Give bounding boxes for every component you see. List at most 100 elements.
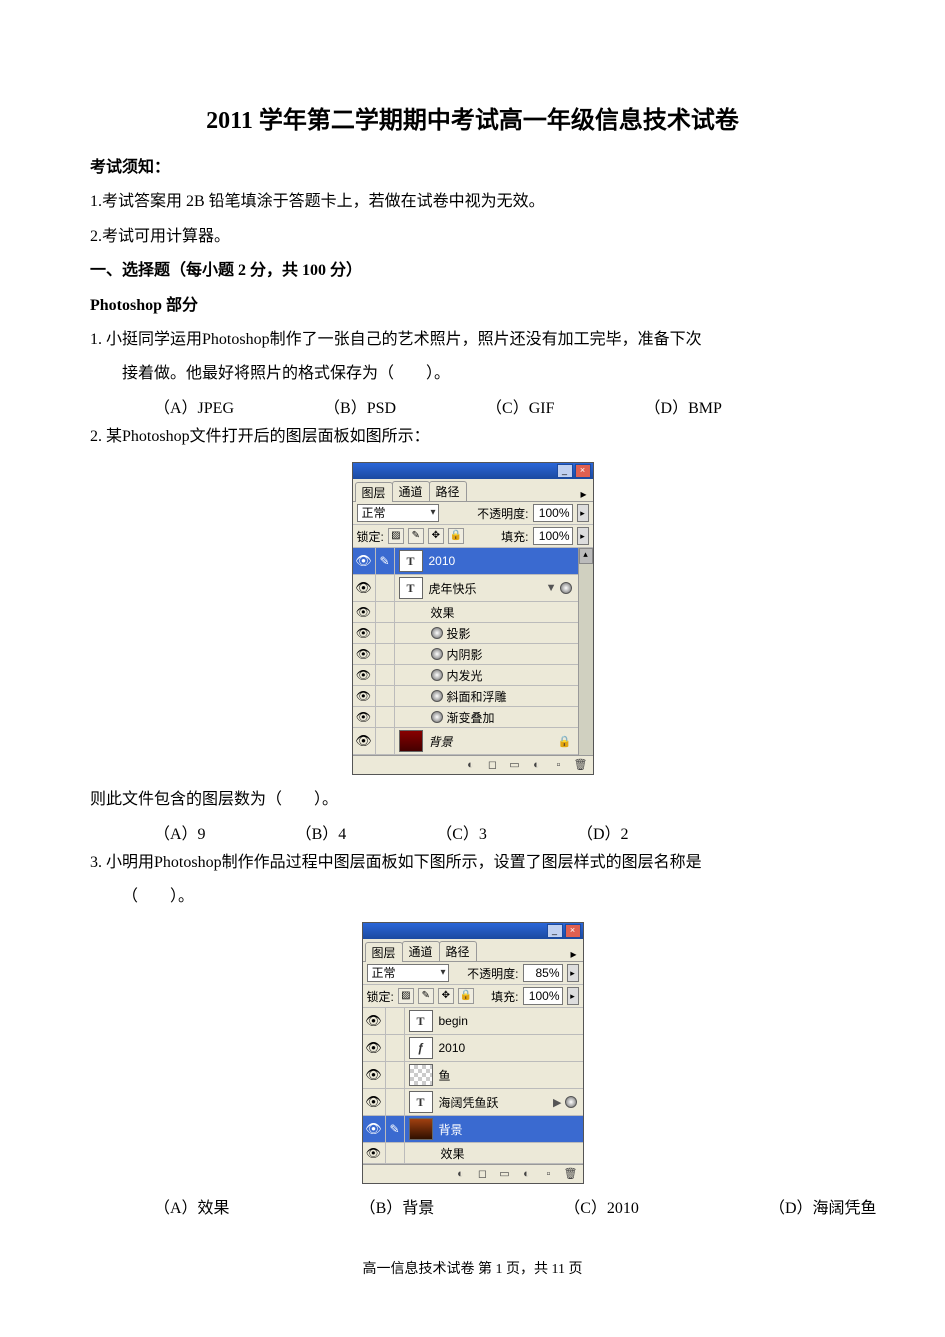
layer-name: begin (437, 1014, 583, 1028)
close-icon[interactable]: × (565, 924, 581, 938)
layer-fish[interactable]: 👁 鱼 (363, 1062, 583, 1089)
lock-label: 锁定: (357, 528, 384, 545)
visibility-icon[interactable]: 👁 (353, 548, 376, 574)
lock-paint-icon[interactable]: ✎ (418, 988, 434, 1004)
visibility-icon[interactable]: 👁 (353, 575, 376, 601)
visibility-icon[interactable]: 👁 (353, 623, 376, 643)
effect-inner-glow[interactable]: 👁 内发光 (353, 665, 578, 686)
link-cell[interactable] (376, 728, 395, 754)
layer-name: 虎年快乐 (427, 580, 546, 597)
visibility-icon[interactable]: 👁 (363, 1143, 386, 1163)
visibility-icon[interactable]: 👁 (363, 1089, 386, 1115)
visibility-icon[interactable]: 👁 (353, 602, 376, 622)
layer-2010[interactable]: 👁 ƒ 2010 (363, 1035, 583, 1062)
lock-all-icon[interactable]: 🔒 (458, 988, 474, 1004)
effect-name: 内阴影 (447, 646, 483, 663)
close-icon[interactable]: × (575, 464, 591, 478)
panel-menu-icon[interactable]: ▸ (576, 487, 590, 501)
layer-background[interactable]: 👁 ✎ 背景 (363, 1116, 583, 1143)
opacity-value[interactable]: 85% (523, 964, 563, 982)
visibility-icon[interactable]: 👁 (363, 1008, 386, 1034)
photoshop-layers-panel: _ × 图层 通道 路径 ▸ 正常 不透明度: 100% ▸ 锁定: ▨ (352, 462, 594, 775)
visibility-icon[interactable]: 👁 (353, 665, 376, 685)
visibility-icon[interactable]: 👁 (353, 728, 376, 754)
visibility-icon[interactable]: 👁 (363, 1116, 386, 1142)
fx-icon[interactable]: ◐ (463, 758, 479, 772)
link-cell[interactable] (386, 1089, 405, 1115)
layer-tiger[interactable]: 👁 T 虎年快乐 ▼ (353, 575, 578, 602)
lock-icon: 🔒 (558, 735, 572, 748)
effect-gradient[interactable]: 👁 渐变叠加 (353, 707, 578, 728)
link-cell[interactable] (386, 1035, 405, 1061)
fill-value[interactable]: 100% (523, 987, 563, 1005)
notice-item-1: 1.考试答案用 2B 铅笔填涂于答题卡上，若做在试卷中视为无效。 (90, 187, 855, 217)
visibility-icon[interactable]: 👁 (353, 707, 376, 727)
lock-transparency-icon[interactable]: ▨ (388, 528, 404, 544)
effect-inner-shadow[interactable]: 👁 内阴影 (353, 644, 578, 665)
brush-icon[interactable]: ✎ (376, 548, 395, 574)
scrollbar[interactable]: ▴ (578, 548, 593, 755)
layer-2010[interactable]: 👁 ✎ T 2010 (353, 548, 578, 575)
lock-move-icon[interactable]: ✥ (428, 528, 444, 544)
text-layer-icon: T (399, 577, 423, 599)
fill-label: 填充: (501, 528, 528, 545)
visibility-icon[interactable]: 👁 (363, 1035, 386, 1061)
fx-indicator-icon[interactable] (560, 582, 572, 594)
opacity-value[interactable]: 100% (533, 504, 573, 522)
expand-effects-icon[interactable]: ▶ (553, 1096, 561, 1109)
layer-background[interactable]: 👁 背景 🔒 (353, 728, 578, 755)
tab-channels[interactable]: 通道 (402, 941, 440, 961)
tab-channels[interactable]: 通道 (392, 481, 430, 501)
lock-all-icon[interactable]: 🔒 (448, 528, 464, 544)
fill-arrow-icon[interactable]: ▸ (567, 987, 579, 1005)
tab-paths[interactable]: 路径 (439, 941, 477, 961)
mask-icon[interactable]: ◻ (475, 1167, 491, 1181)
minimize-icon[interactable]: _ (557, 464, 573, 478)
new-layer-icon[interactable]: ▫ (541, 1167, 557, 1181)
tab-layers[interactable]: 图层 (355, 482, 393, 502)
option-b: （B）4 (296, 820, 347, 844)
tab-layers[interactable]: 图层 (365, 942, 403, 962)
effect-name: 投影 (447, 625, 471, 642)
visibility-icon[interactable]: 👁 (363, 1062, 386, 1088)
layer-sea[interactable]: 👁 T 海阔凭鱼跃 ▶ (363, 1089, 583, 1116)
opacity-arrow-icon[interactable]: ▸ (567, 964, 579, 982)
minimize-icon[interactable]: _ (547, 924, 563, 938)
mask-icon[interactable]: ◻ (485, 758, 501, 772)
question-number: 3. (90, 854, 102, 871)
fill-arrow-icon[interactable]: ▸ (577, 527, 589, 545)
lock-move-icon[interactable]: ✥ (438, 988, 454, 1004)
fx-indicator-icon[interactable] (565, 1096, 577, 1108)
layer-name: 海阔凭鱼跃 (437, 1094, 554, 1111)
effect-name: 渐变叠加 (447, 709, 495, 726)
effect-bevel[interactable]: 👁 斜面和浮雕 (353, 686, 578, 707)
visibility-icon[interactable]: 👁 (353, 686, 376, 706)
blend-row: 正常 不透明度: 100% ▸ (353, 502, 593, 525)
effect-drop-shadow[interactable]: 👁 投影 (353, 623, 578, 644)
tab-paths[interactable]: 路径 (429, 481, 467, 501)
fx-bullet-icon (431, 669, 443, 681)
new-layer-icon[interactable]: ▫ (551, 758, 567, 772)
brush-icon[interactable]: ✎ (386, 1116, 405, 1142)
link-cell[interactable] (386, 1008, 405, 1034)
lock-transparency-icon[interactable]: ▨ (398, 988, 414, 1004)
layer-begin[interactable]: 👁 T begin (363, 1008, 583, 1035)
adjustment-icon[interactable]: ◐ (519, 1167, 535, 1181)
opacity-arrow-icon[interactable]: ▸ (577, 504, 589, 522)
panel-menu-icon[interactable]: ▸ (566, 947, 580, 961)
panel-footer: ◐ ◻ ▭ ◐ ▫ 🗑 (363, 1164, 583, 1183)
link-cell[interactable] (376, 575, 395, 601)
folder-icon[interactable]: ▭ (497, 1167, 513, 1181)
visibility-icon[interactable]: 👁 (353, 644, 376, 664)
folder-icon[interactable]: ▭ (507, 758, 523, 772)
delete-icon[interactable]: 🗑 (563, 1167, 579, 1181)
blend-mode-select[interactable]: 正常 (367, 964, 449, 982)
fill-value[interactable]: 100% (533, 527, 573, 545)
delete-icon[interactable]: 🗑 (573, 758, 589, 772)
link-cell[interactable] (386, 1062, 405, 1088)
collapse-effects-icon[interactable]: ▼ (546, 582, 557, 594)
adjustment-icon[interactable]: ◐ (529, 758, 545, 772)
blend-mode-select[interactable]: 正常 (357, 504, 439, 522)
fx-icon[interactable]: ◐ (453, 1167, 469, 1181)
lock-paint-icon[interactable]: ✎ (408, 528, 424, 544)
